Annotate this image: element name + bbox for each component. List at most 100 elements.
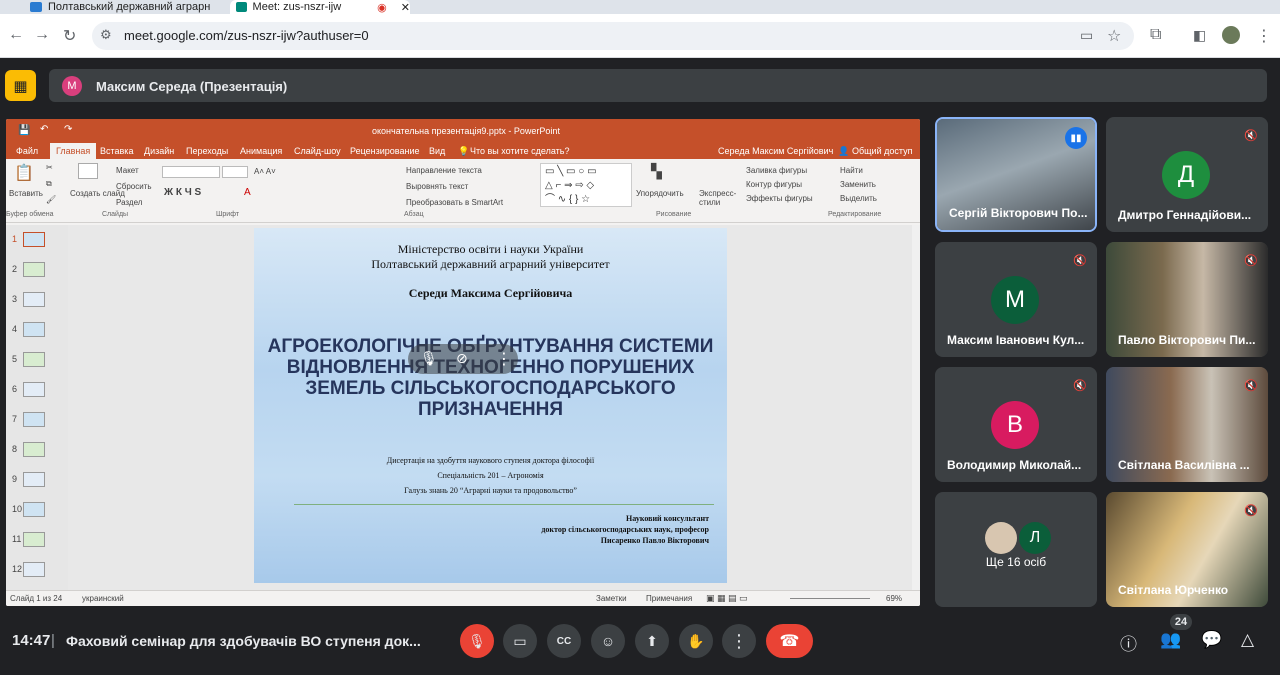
ppt-tab-review[interactable]: Рецензирование [350,146,420,156]
zoom-level[interactable]: 69% [886,594,902,603]
replace-button[interactable]: Заменить [840,180,876,189]
participant-tile[interactable]: Павло Вікторович Пи... 🔇 [1106,242,1268,357]
site-info-icon[interactable]: ⚙ [100,27,112,43]
mic-off-icon[interactable]: 🎙 [420,350,438,367]
canvas-scrollbar[interactable] [912,225,920,590]
meeting-info-icon[interactable]: ⓘ [1120,630,1137,655]
slide-thumbnail[interactable] [23,232,45,247]
slide-thumbnail[interactable] [23,352,45,367]
slide-thumbnail[interactable] [23,502,45,517]
forward-icon[interactable]: → [34,26,50,44]
ppt-share-button[interactable]: Общий доступ [852,146,912,156]
more-options-icon[interactable]: ⋮ [496,349,512,369]
participant-tile[interactable]: Світлана Василівна ... 🔇 [1106,367,1268,482]
participant-tile[interactable]: В Володимир Миколай... 🔇 [935,367,1097,482]
zoom-slider[interactable] [790,598,870,599]
present-screen-button[interactable]: ⬆ [635,624,669,658]
copy-icon[interactable]: ⧉ [46,179,52,189]
slide-thumbnail[interactable] [23,472,45,487]
shapes-gallery[interactable]: ▭ ╲ ▭ ○ ▭ △ ⌐ ⇒ ⇨ ◇ ⌒ ∿ { } ☆ [540,163,632,207]
align-text-button[interactable]: Выровнять текст [406,182,468,191]
leave-call-button[interactable]: ☎ [766,624,813,658]
arrange-button[interactable]: Упорядочить [636,189,684,198]
font-color-icon[interactable]: A [244,187,251,198]
browser-menu-icon[interactable]: ⋮ [1256,26,1272,46]
participant-tile[interactable]: Сергій Вікторович По... ▮▮ [935,117,1097,232]
find-button[interactable]: Найти [840,166,863,175]
reset-button[interactable]: Сбросить [116,182,152,191]
reactions-button[interactable]: ☺ [591,624,625,658]
browser-tab[interactable]: Полтавський державний аграрн [30,0,220,14]
slide-thumbnail[interactable] [23,442,45,457]
slide-thumbnail[interactable] [23,412,45,427]
ppt-tab-animation[interactable]: Анимация [240,146,282,156]
tab-label: Полтавський державний аграрн [48,1,211,13]
slide-thumbnail[interactable] [23,382,45,397]
paste-button[interactable]: Вставить [9,189,43,198]
slide-thumbnail[interactable] [23,562,45,577]
font-grow-icon[interactable]: A˄ A˅ [254,167,276,176]
ppt-tell-me[interactable]: Что вы хотите сделать? [470,146,570,156]
font-size-select[interactable] [222,166,248,178]
people-icon[interactable]: 👥 [1160,630,1181,650]
participant-tile[interactable]: Д Дмитро Геннадійови... 🔇 [1106,117,1268,232]
quick-styles-button[interactable]: Экспресс-стили [699,189,736,207]
meeting-title[interactable]: Фаховий семінар для здобувачів ВО ступен… [66,633,421,649]
participant-count-badge: 24 [1170,614,1192,630]
shape-outline-button[interactable]: Контур фигуры [746,180,802,189]
select-button[interactable]: Выделить [840,194,877,203]
stop-presentation-icon[interactable]: ▦ [5,70,36,101]
tab-close-icon[interactable]: ✕ [401,1,410,14]
back-icon[interactable]: ← [8,26,24,44]
profile-avatar[interactable] [1222,26,1240,44]
captions-button[interactable]: CC [547,624,581,658]
mic-toggle-button[interactable]: 🎙 [460,624,494,658]
ppt-status-bar: Слайд 1 из 24 украинский Заметки Примеча… [6,590,920,606]
bookmark-star-icon[interactable]: ☆ [1107,26,1121,46]
ppt-tab-home[interactable]: Главная [50,143,97,159]
more-options-button[interactable]: ⋮ [722,624,756,658]
view-buttons-icon[interactable]: ▣ ▦ ▤ ▭ [706,593,748,604]
ppt-redo-icon[interactable]: ↷ [64,124,72,135]
ppt-undo-icon[interactable]: ↶ [40,124,48,135]
participant-tile[interactable]: Світлана Юрченко 🔇 [1106,492,1268,607]
ppt-save-icon[interactable]: 💾 [18,125,30,136]
activities-icon[interactable]: △ [1241,630,1254,650]
smartart-button[interactable]: Преобразовать в SmartArt [406,198,503,207]
reload-icon[interactable]: ↻ [63,26,76,46]
extensions-icon[interactable]: ⧉ [1150,26,1161,44]
ppt-tab-view[interactable]: Вид [429,146,445,156]
shape-effects-button[interactable]: Эффекты фигуры [746,194,813,203]
font-family-select[interactable] [162,166,220,178]
language-indicator[interactable]: украинский [82,594,124,603]
ppt-tab-design[interactable]: Дизайн [144,146,174,156]
ppt-tab-insert[interactable]: Вставка [100,146,133,156]
section-button[interactable]: Раздел [116,198,142,207]
ppt-tab-file[interactable]: Файл [16,146,38,156]
slide-thumbnail[interactable] [23,532,45,547]
slide-thumbnail[interactable] [23,262,45,277]
chat-icon[interactable]: 💬 [1201,630,1222,650]
shape-fill-button[interactable]: Заливка фигуры [746,166,807,175]
slide-thumbnail[interactable] [23,292,45,307]
notes-button[interactable]: Заметки [596,594,627,603]
ppt-tab-slideshow[interactable]: Слайд-шоу [294,146,341,156]
participant-tile[interactable]: Л Ще 16 осіб [935,492,1097,607]
text-direction-button[interactable]: Направление текста [406,166,482,175]
layout-button[interactable]: Макет [116,166,139,175]
pin-icon[interactable]: ⊘ [456,350,468,367]
format-painter-icon[interactable]: 🖌 [46,195,56,204]
participant-tile[interactable]: М Максим Іванович Кул... 🔇 [935,242,1097,357]
camera-toggle-button[interactable]: ▭ [503,624,537,658]
side-panel-icon[interactable]: ◧ [1193,27,1206,44]
presenter-avatar: М [62,76,82,96]
comments-button[interactable]: Примечания [646,594,692,603]
font-style-icons[interactable]: Ж К Ч S [164,187,201,198]
ppt-tab-transitions[interactable]: Переходы [186,146,228,156]
raise-hand-button[interactable]: ✋ [679,624,713,658]
browser-tab-active[interactable]: Meet: zus-nszr-ijw ◉ ✕ [230,0,410,14]
url-text[interactable]: meet.google.com/zus-nszr-ijw?authuser=0 [124,28,369,43]
camera-permission-icon[interactable]: ▭ [1080,27,1093,44]
slide-thumbnail[interactable] [23,322,45,337]
cut-icon[interactable]: ✂ [46,163,53,172]
